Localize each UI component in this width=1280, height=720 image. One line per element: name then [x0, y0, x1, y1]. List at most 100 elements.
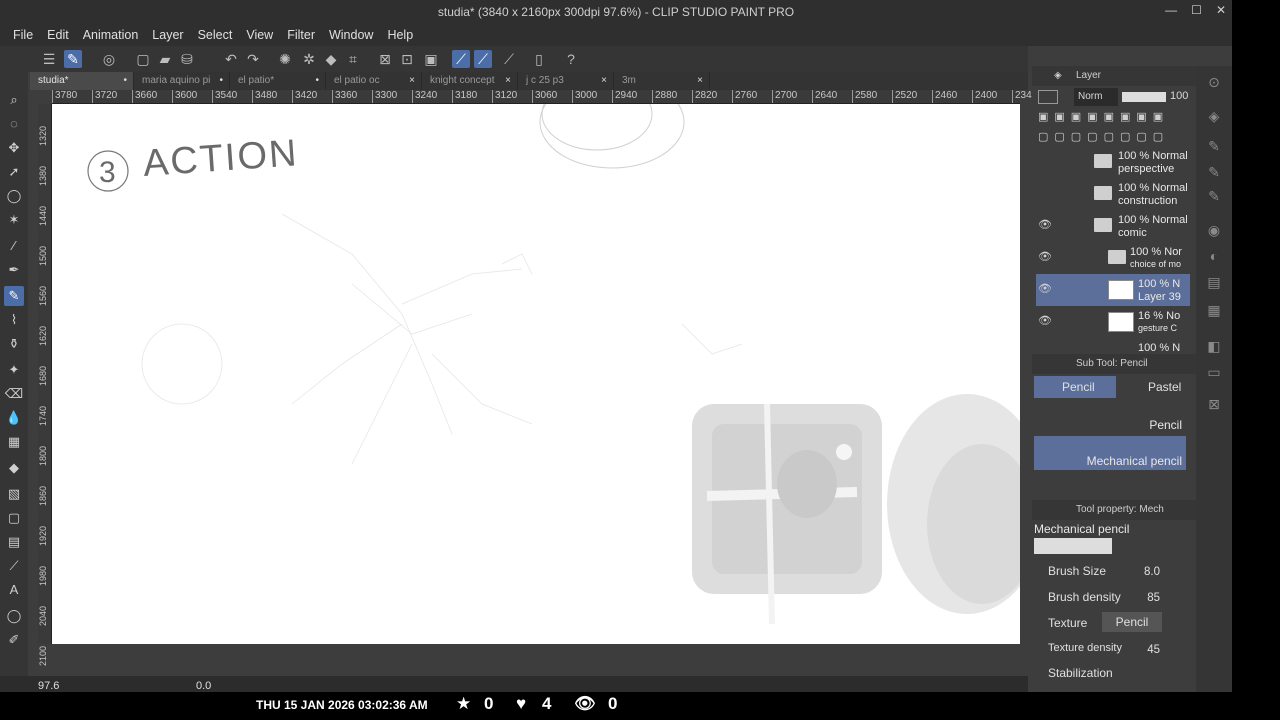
- pen-tool-icon[interactable]: ✎: [64, 50, 82, 68]
- layer-toolbar-top[interactable]: ▣▣▣▣▣▣▣▣: [1038, 110, 1188, 126]
- menu-filter[interactable]: Filter: [282, 28, 324, 42]
- navigator-icon[interactable]: ▦: [1204, 300, 1224, 320]
- eye-icon[interactable]: 👁: [1038, 314, 1054, 327]
- transform-icon[interactable]: ⌗: [344, 50, 362, 68]
- texture-button[interactable]: Pencil: [1102, 612, 1162, 632]
- prop-value[interactable]: 45: [1147, 644, 1160, 656]
- opacity-slider[interactable]: [1122, 92, 1166, 102]
- open-folder-icon[interactable]: ▰: [156, 50, 174, 68]
- subtool-tab-pencil[interactable]: Pencil: [1034, 376, 1116, 398]
- maximize-icon[interactable]: ☐: [1191, 3, 1202, 17]
- text-tool-icon[interactable]: A: [4, 580, 24, 600]
- opacity-value[interactable]: 100: [1170, 90, 1188, 102]
- gradient-tool-icon[interactable]: ▧: [4, 484, 24, 504]
- ruler-tool-icon[interactable]: ▤: [4, 532, 24, 552]
- tab-close-icon[interactable]: ×: [601, 72, 607, 90]
- color-icon[interactable]: ◐: [1204, 246, 1224, 266]
- tab-3m[interactable]: 3m ×: [614, 72, 710, 90]
- brush-item-pencil[interactable]: Pencil: [1034, 400, 1186, 434]
- eyedropper-icon[interactable]: ⁄: [4, 236, 24, 256]
- undo-icon[interactable]: ↶: [222, 50, 240, 68]
- spiral-icon[interactable]: ◎: [100, 50, 118, 68]
- fill-tool-icon[interactable]: ◆: [4, 458, 24, 478]
- prop-value[interactable]: 8.0: [1144, 566, 1160, 578]
- decoration-tool-icon[interactable]: ✦: [4, 360, 24, 380]
- eraser-tool-icon[interactable]: ⌫: [4, 384, 24, 404]
- save-icon[interactable]: ⛁: [178, 50, 196, 68]
- eraser-icon[interactable]: ✎: [1204, 186, 1224, 206]
- magic-wand-icon[interactable]: ✶: [4, 210, 24, 230]
- layer-item[interactable]: 👁 16 % No gesture C: [1036, 306, 1190, 338]
- snap-special-icon[interactable]: ⟋: [474, 50, 492, 68]
- brush-icon[interactable]: ✎: [1204, 136, 1224, 156]
- prop-texture-density[interactable]: Texture density 45: [1036, 638, 1186, 660]
- menu-edit[interactable]: Edit: [42, 28, 78, 42]
- figure-tool-icon[interactable]: ▦: [4, 432, 24, 452]
- line-tool-icon[interactable]: ⟋: [4, 556, 24, 576]
- object-tool-icon[interactable]: ➚: [4, 162, 24, 182]
- airbrush-tool-icon[interactable]: ⚱: [4, 334, 24, 354]
- layer-color-box[interactable]: [1038, 90, 1058, 104]
- move-tool-icon[interactable]: ✥: [4, 138, 24, 158]
- eye-icon[interactable]: 👁: [1038, 218, 1054, 231]
- tab-knight-concept[interactable]: knight concept ×: [422, 72, 518, 90]
- fill-icon[interactable]: ◆: [322, 50, 340, 68]
- frame-tool-icon[interactable]: ▢: [4, 508, 24, 528]
- menu-window[interactable]: Window: [324, 28, 382, 42]
- eye-icon[interactable]: 👁: [1038, 282, 1054, 295]
- correct-line-icon[interactable]: ✐: [4, 630, 24, 650]
- minimize-icon[interactable]: —: [1165, 3, 1177, 17]
- prop-brush-density[interactable]: Brush density 85: [1036, 586, 1186, 608]
- layer-item[interactable]: 100 % Normal perspective: [1036, 146, 1190, 178]
- snap-grid-icon[interactable]: ⟋: [500, 50, 518, 68]
- menu-file[interactable]: File: [8, 28, 42, 42]
- tab-el-patio[interactable]: el patio* •: [230, 72, 326, 90]
- help-icon[interactable]: ?: [562, 50, 580, 68]
- tab-jc25p3[interactable]: j c 25 p3 ×: [518, 72, 614, 90]
- lasso-tool-icon[interactable]: ◯: [4, 186, 24, 206]
- subtool-tab-pastel[interactable]: Pastel: [1120, 376, 1194, 398]
- menu-select[interactable]: Select: [193, 28, 242, 42]
- menu-help[interactable]: Help: [382, 28, 422, 42]
- blend-tool-icon[interactable]: 💧: [4, 408, 24, 428]
- menu-view[interactable]: View: [241, 28, 282, 42]
- lasso-select-icon[interactable]: ◌: [4, 114, 24, 134]
- pen-icon[interactable]: ✎: [1204, 162, 1224, 182]
- layer-item[interactable]: 👁 100 % Nor choice of mo: [1036, 242, 1190, 274]
- layers-icon[interactable]: ◈: [1204, 106, 1224, 126]
- menu-animation[interactable]: Animation: [78, 28, 148, 42]
- prop-stabilization[interactable]: Stabilization: [1036, 662, 1186, 684]
- layer-item[interactable]: 100 % N: [1036, 338, 1190, 352]
- balloon-tool-icon[interactable]: ◯: [4, 606, 24, 626]
- brush-tool-icon[interactable]: ⌇: [4, 310, 24, 330]
- blend-mode-select[interactable]: Norm: [1074, 88, 1118, 106]
- rotation-value[interactable]: 0.0: [196, 680, 211, 692]
- menu-layer[interactable]: Layer: [147, 28, 192, 42]
- loading-icon[interactable]: ✺: [276, 50, 294, 68]
- history-icon[interactable]: ▤: [1204, 272, 1224, 292]
- tab-close-icon[interactable]: ×: [409, 72, 415, 90]
- snap-ruler-icon[interactable]: ⟋: [452, 50, 470, 68]
- prop-brush-size[interactable]: Brush Size 8.0: [1036, 560, 1186, 582]
- layer-item[interactable]: 100 % Normal construction: [1036, 178, 1190, 210]
- drawing-canvas[interactable]: 3 ACTION: [52, 104, 1020, 644]
- deselect-icon[interactable]: ⊡: [398, 50, 416, 68]
- clear-icon[interactable]: ✲: [300, 50, 318, 68]
- crop-icon[interactable]: ⊠: [376, 50, 394, 68]
- collapse-icon[interactable]: ⊠: [1204, 394, 1224, 414]
- timeline-icon[interactable]: ▭: [1204, 362, 1224, 382]
- pencil-tool-icon[interactable]: ✎: [4, 286, 24, 306]
- search-icon[interactable]: ⊙: [1204, 72, 1224, 92]
- layer-prop-icon[interactable]: ◉: [1204, 220, 1224, 240]
- layer-item-selected[interactable]: 👁 100 % N Layer 39: [1036, 274, 1190, 306]
- smartphone-icon[interactable]: ▯: [530, 50, 548, 68]
- brush-item-mechanical-pencil[interactable]: Mechanical pencil: [1034, 436, 1186, 470]
- layer-toolbar-bottom[interactable]: ▢▢▢▢▢▢▢▢: [1038, 130, 1188, 146]
- selection-icon[interactable]: ▣: [422, 50, 440, 68]
- zoom-value[interactable]: 97.6: [38, 680, 59, 692]
- redo-icon[interactable]: ↷: [244, 50, 262, 68]
- new-file-icon[interactable]: ▢: [134, 50, 152, 68]
- layer-item[interactable]: 👁 100 % Normal comic: [1036, 210, 1190, 242]
- tab-el-patio-oc[interactable]: el patio oc ×: [326, 72, 422, 90]
- prop-value[interactable]: 85: [1147, 592, 1160, 604]
